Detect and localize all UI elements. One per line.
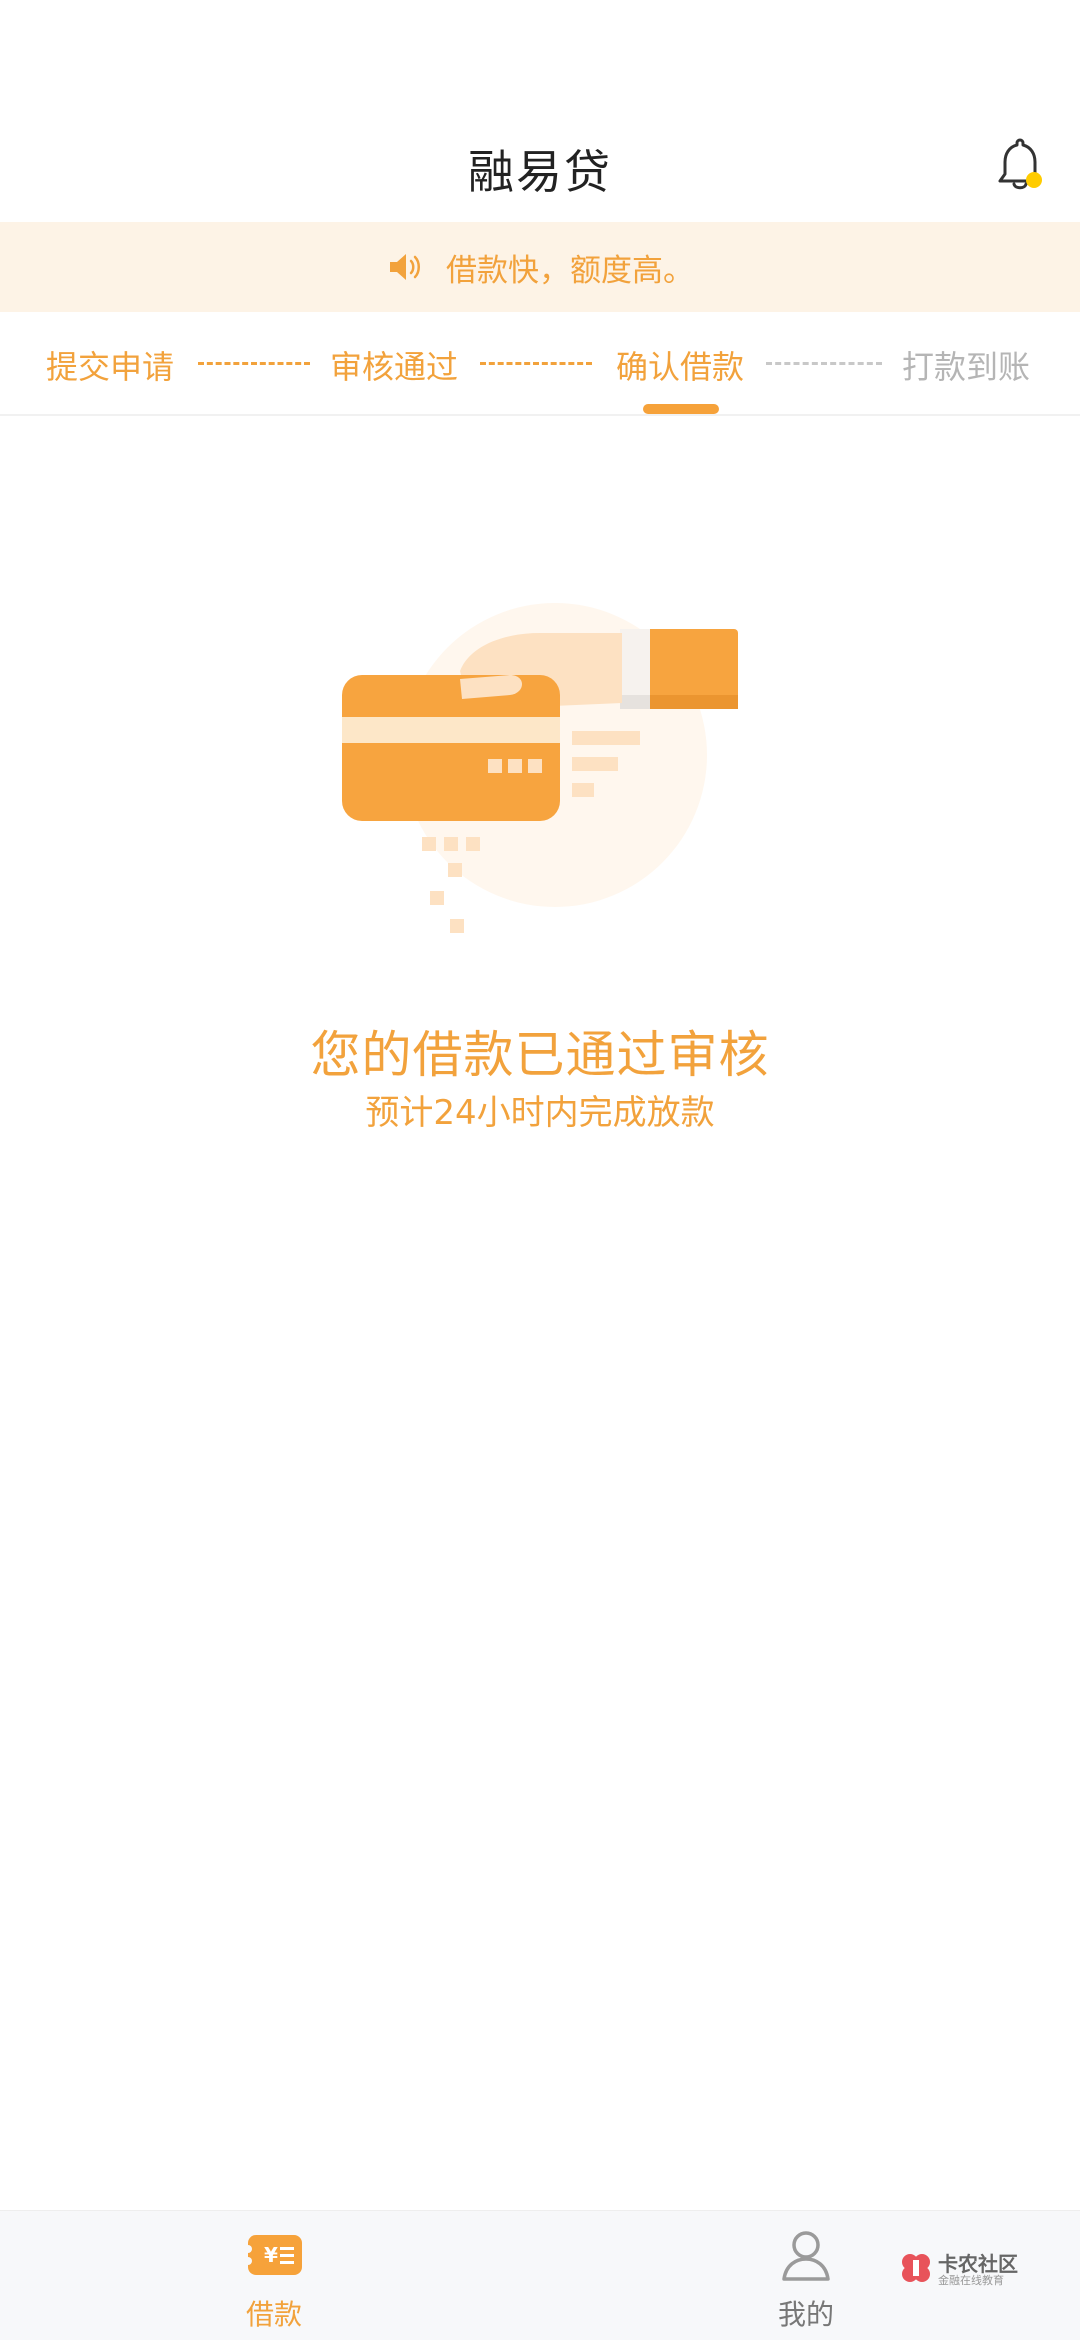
progress-steps: 提交申请 审核通过 确认借款 打款到账	[0, 312, 1080, 416]
kanong-logo-icon	[902, 2254, 930, 2282]
status-subtitle: 预计24小时内完成放款	[365, 1093, 715, 1133]
bell-icon[interactable]	[994, 136, 1046, 194]
tab-mine[interactable]: 我的	[706, 2211, 906, 2340]
watermark-subtitle: 金融在线教育	[938, 2274, 1004, 2287]
hand-card-illustration	[342, 603, 738, 933]
loan-icon: ¥	[244, 2235, 302, 2275]
notice-text: 借款快，额度高。	[446, 252, 694, 289]
tab-loan[interactable]: ¥ 借款	[174, 2211, 374, 2340]
status-title: 您的借款已通过审核	[310, 1026, 770, 1084]
page-title: 融易贷	[468, 145, 612, 199]
loan-status-page: 融易贷 借款快，额度高。 提交申请 审核通过 确认借款 打款到账 您的借款已通过…	[0, 0, 1080, 2340]
tab-mine-label: 我的	[777, 2298, 834, 2331]
svg-text:¥: ¥	[264, 2243, 278, 2267]
active-step-indicator	[643, 404, 719, 414]
speaker-icon	[390, 254, 420, 280]
step-connector	[198, 362, 310, 365]
step-connector	[480, 362, 592, 365]
user-icon	[782, 2231, 830, 2281]
notice-bar: 借款快，额度高。	[0, 222, 1080, 312]
tab-loan-label: 借款	[245, 2298, 302, 2331]
step-disbursed: 打款到账	[902, 348, 1031, 386]
step-connector	[766, 362, 882, 365]
bell-badge	[1026, 172, 1042, 188]
step-submit: 提交申请	[46, 348, 175, 386]
step-confirm: 确认借款	[616, 348, 745, 386]
watermark-logo: 卡农社区 金融在线教育	[898, 2248, 1048, 2292]
step-approved: 审核通过	[330, 348, 459, 386]
app-header: 融易贷	[0, 0, 1080, 222]
